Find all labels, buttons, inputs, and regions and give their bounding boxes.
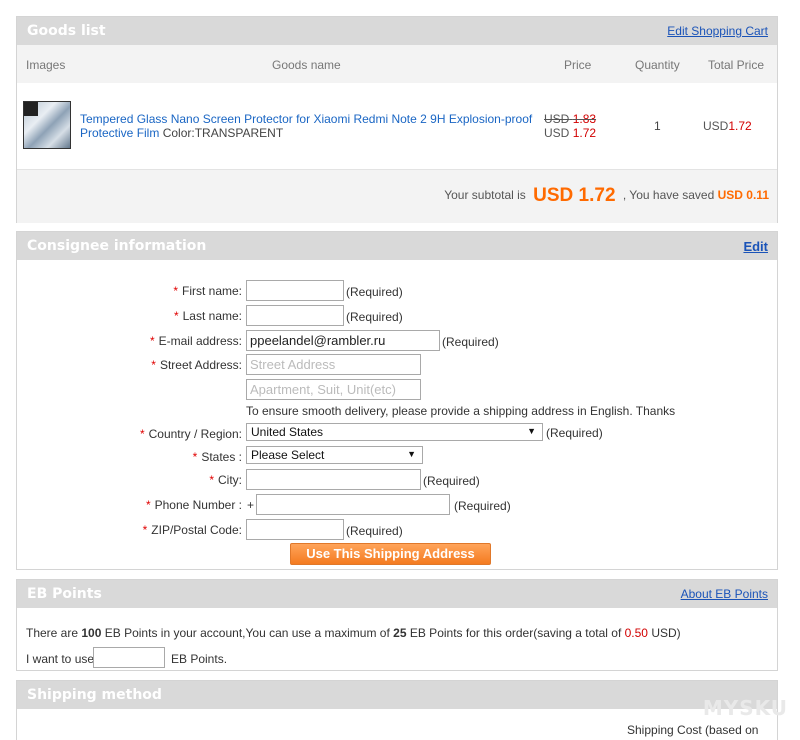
city-label: * City: <box>209 473 242 487</box>
original-price-value: 1.83 <box>572 112 597 126</box>
saved-label: , You have saved <box>622 188 715 202</box>
first-name-required: (Required) <box>346 285 403 299</box>
col-price: Price <box>564 58 592 72</box>
country-row: * Country / Region: United States ▼ (Requ… <box>17 423 777 445</box>
goods-list-title: Goods list <box>27 23 106 39</box>
watermark-logo: MYSKU <box>702 696 788 720</box>
email-required: (Required) <box>442 335 499 349</box>
eb-points-max: 25 <box>393 626 407 640</box>
current-price: USD 1.72 <box>544 126 596 140</box>
use-shipping-address-button[interactable]: Use This Shipping Address <box>290 543 491 565</box>
original-price: USD 1.83 <box>544 112 596 126</box>
col-goods-name: Goods name <box>272 58 341 72</box>
subtotal-value: USD 1.72 <box>533 185 616 206</box>
address-note: To ensure smooth delivery, please provid… <box>246 404 676 418</box>
edit-consignee-link[interactable]: Edit <box>743 239 768 254</box>
country-selected-value: United States <box>251 425 324 439</box>
country-select[interactable]: United States ▼ <box>246 423 543 441</box>
apartment-row <box>17 379 777 401</box>
phone-row: * Phone Number : + (Required) <box>17 494 777 516</box>
consignee-panel: Consignee information Edit * First name: … <box>16 231 778 570</box>
product-variant: Color:TRANSPARENT <box>162 126 284 140</box>
table-row: Tempered Glass Nano Screen Protector for… <box>17 83 777 169</box>
total-price: USD1.72 <box>703 119 752 133</box>
eb-points-total: 100 <box>81 626 102 640</box>
col-total-price: Total Price <box>708 58 765 72</box>
goods-list-header: Goods list Edit Shopping Cart <box>17 17 777 45</box>
phone-required: (Required) <box>454 499 511 513</box>
goods-list-panel: Goods list Edit Shopping Cart Images Goo… <box>16 16 778 223</box>
edit-shopping-cart-link[interactable]: Edit Shopping Cart <box>667 24 768 38</box>
col-quantity: Quantity <box>635 58 680 72</box>
shipping-method-header: Shipping method <box>17 681 777 709</box>
city-row: * City: (Required) <box>17 469 777 491</box>
about-eb-points-link[interactable]: About EB Points <box>681 587 768 601</box>
first-name-row: * First name: (Required) <box>17 280 777 302</box>
states-select[interactable]: Please Select ▼ <box>246 446 423 464</box>
street-label: * Street Address: <box>151 358 242 372</box>
shipping-cost-header: Shipping Cost (based on <box>627 723 759 737</box>
eb-points-summary: There are 100 EB Points in your account,… <box>26 626 681 640</box>
city-input[interactable] <box>246 469 421 490</box>
email-label: * E-mail address: <box>149 334 242 348</box>
product-title-link[interactable]: Tempered Glass Nano Screen Protector for… <box>80 112 532 140</box>
total-price-currency: USD <box>703 119 729 133</box>
city-required: (Required) <box>423 474 480 488</box>
shipping-method-title: Shipping method <box>27 687 162 703</box>
street-row: * Street Address: <box>17 354 777 376</box>
last-name-row: * Last name: (Required) <box>17 305 777 327</box>
shipping-method-panel: Shipping method Shipping Cost (based on <box>16 680 778 740</box>
states-row: * States : Please Select ▼ <box>17 446 777 468</box>
quantity-value: 1 <box>654 119 661 133</box>
subtotal-bar: Your subtotal is USD 1.72 , You have sav… <box>17 169 777 223</box>
dropdown-arrow-icon: ▼ <box>527 426 536 436</box>
total-price-value: 1.72 <box>728 119 752 133</box>
country-label: * Country / Region: <box>139 427 242 441</box>
eb-points-title: EB Points <box>27 586 102 602</box>
zip-required: (Required) <box>346 524 403 538</box>
email-field[interactable] <box>246 330 440 351</box>
col-images: Images <box>26 58 66 72</box>
street-address-input[interactable] <box>246 354 421 375</box>
email-row: *E-mail address: (Required) <box>17 330 777 352</box>
first-name-input[interactable] <box>246 280 344 301</box>
dropdown-arrow-icon: ▼ <box>407 449 416 459</box>
consignee-title: Consignee information <box>27 238 207 254</box>
eb-points-panel: EB Points About EB Points There are 100 … <box>16 579 778 671</box>
goods-column-headers: Images Goods name Price Quantity Total P… <box>17 45 777 83</box>
original-price-currency: USD <box>544 112 570 126</box>
subtotal-label: Your subtotal is <box>444 188 526 202</box>
phone-input[interactable] <box>256 494 450 515</box>
last-name-required: (Required) <box>346 310 403 324</box>
last-name-input[interactable] <box>246 305 344 326</box>
states-label: * States : <box>192 450 242 464</box>
country-required: (Required) <box>546 426 603 440</box>
eb-points-use-label: I want to use <box>26 652 95 666</box>
phone-label: * Phone Number : <box>145 498 242 512</box>
phone-prefix: + <box>247 498 255 512</box>
eb-points-input[interactable] <box>93 647 165 668</box>
eb-points-saving: 0.50 <box>624 626 648 640</box>
product-name[interactable]: Tempered Glass Nano Screen Protector for… <box>80 112 540 140</box>
zip-label: * ZIP/Postal Code: <box>142 523 242 537</box>
zip-row: * ZIP/Postal Code: (Required) <box>17 519 777 541</box>
last-name-label: * Last name: <box>173 309 242 323</box>
saved-value: USD 0.11 <box>717 188 769 202</box>
consignee-header: Consignee information Edit <box>17 232 777 260</box>
apartment-input[interactable] <box>246 379 421 400</box>
current-price-currency: USD <box>544 126 570 140</box>
first-name-label: * First name: <box>173 284 242 298</box>
eb-points-suffix: EB Points. <box>171 652 228 666</box>
current-price-value: 1.72 <box>572 126 597 140</box>
product-thumbnail[interactable] <box>23 101 71 149</box>
states-selected-value: Please Select <box>251 448 325 462</box>
subtotal-text: Your subtotal is USD 1.72 , You have sav… <box>444 185 769 207</box>
eb-points-header: EB Points About EB Points <box>17 580 777 608</box>
zip-input[interactable] <box>246 519 344 540</box>
